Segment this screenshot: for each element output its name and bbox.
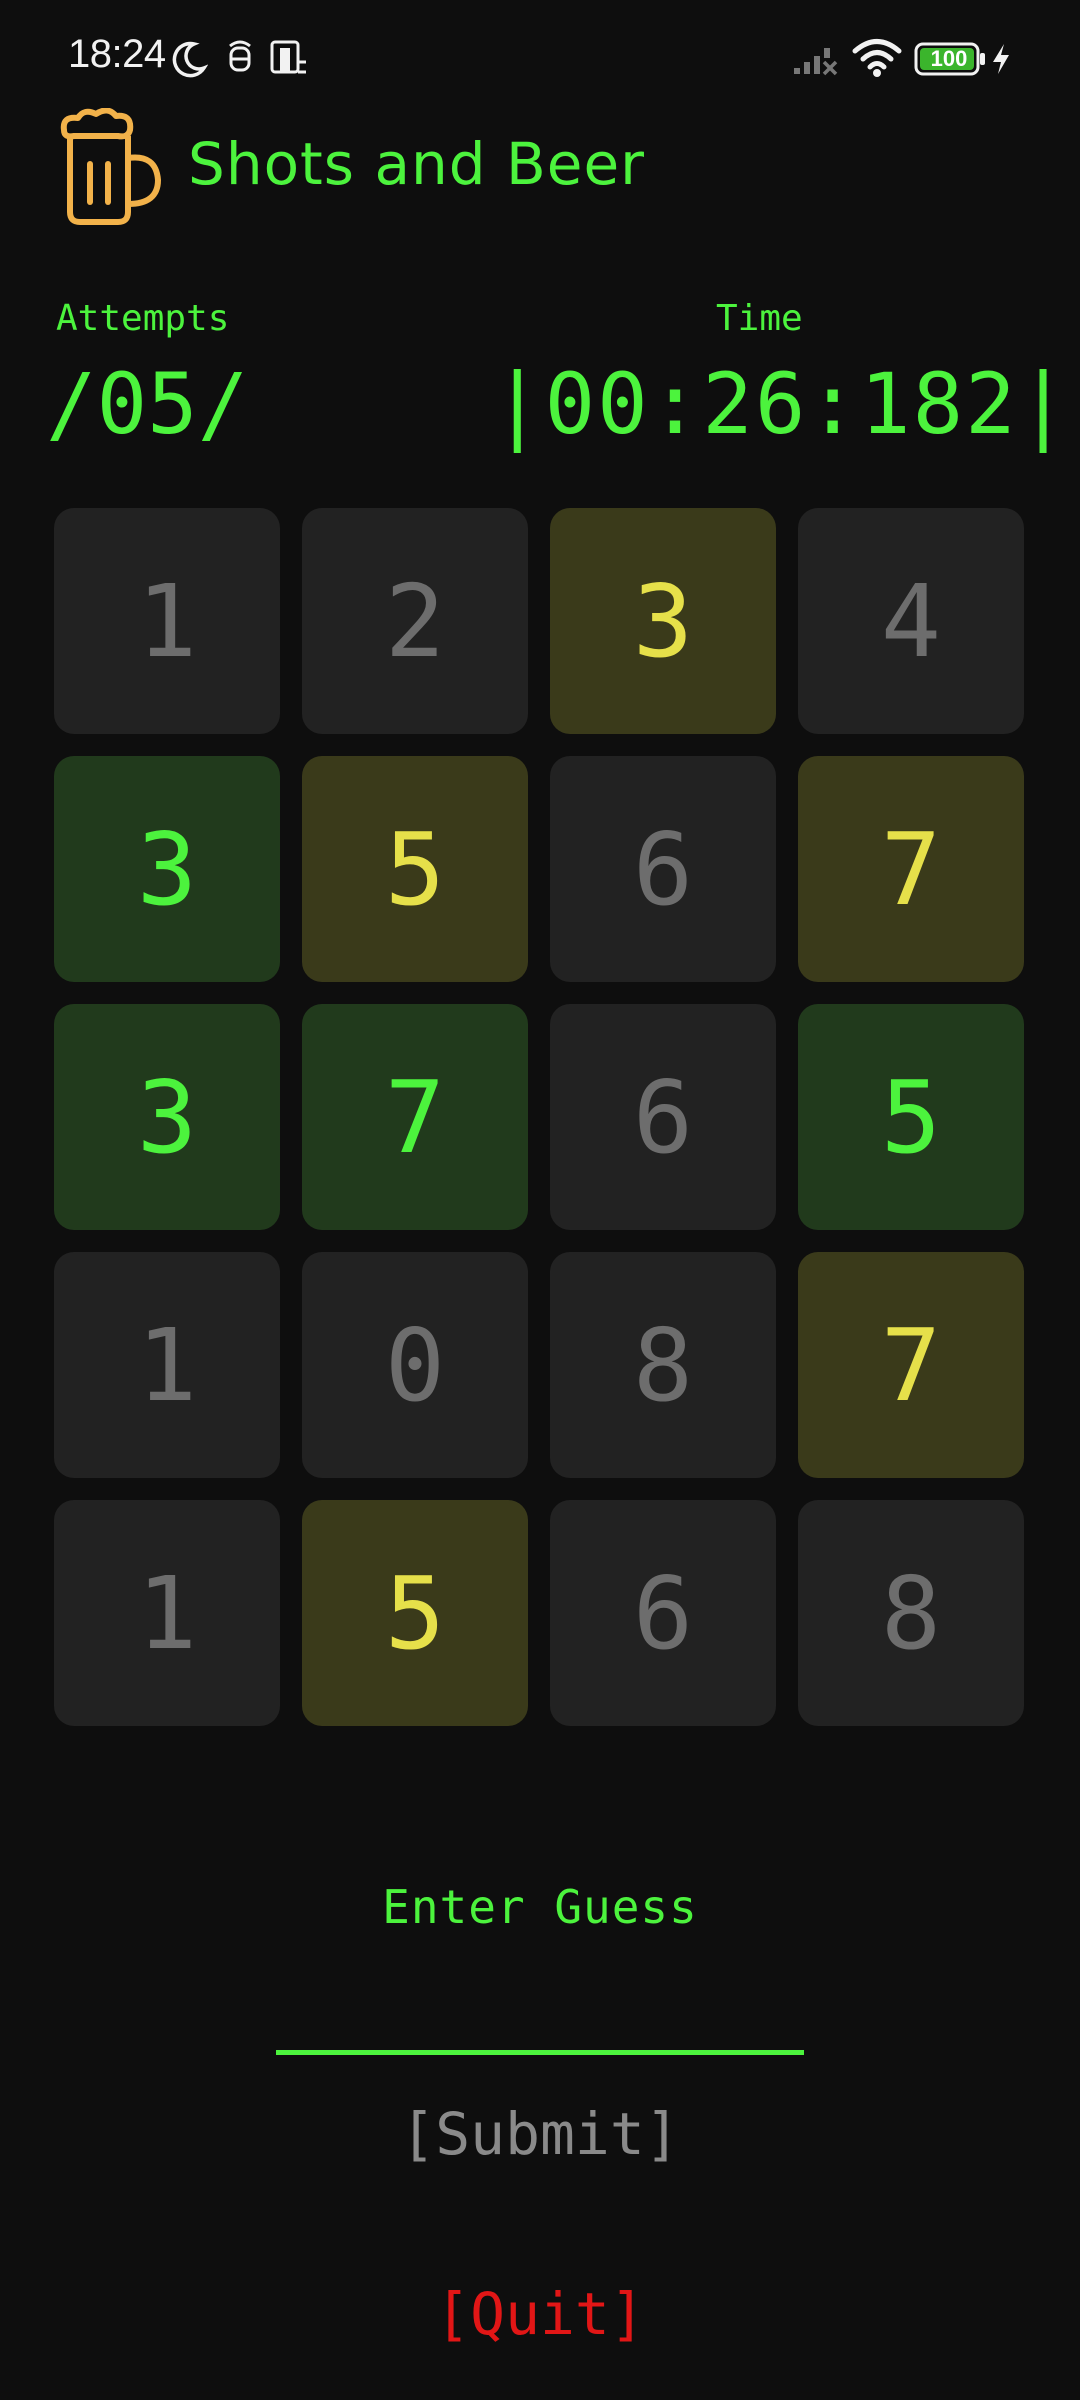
grid-cell: 7 <box>798 756 1024 982</box>
notification-icon <box>229 40 251 72</box>
submit-button[interactable]: [Submit] <box>0 2100 1080 2168</box>
charging-icon <box>993 44 1009 74</box>
app-title: Shots and Beer <box>188 130 646 198</box>
signal-icon <box>794 48 838 76</box>
status-bar: 18:24 100 <box>0 0 1080 120</box>
grid-cell: 1 <box>54 1500 280 1726</box>
wifi-icon <box>852 39 902 77</box>
beer-mug-icon <box>60 108 162 225</box>
grid-cell: 5 <box>302 1500 528 1726</box>
attempts-value: /05/ <box>46 355 249 453</box>
moon-icon <box>172 41 208 78</box>
phone-icon <box>270 40 306 74</box>
time-label: Time <box>716 298 803 339</box>
grid-cell: 6 <box>550 1004 776 1230</box>
grid-cell: 5 <box>302 756 528 982</box>
grid-cell: 7 <box>798 1252 1024 1478</box>
grid-cell: 3 <box>54 1004 280 1230</box>
status-time: 18:24 <box>68 32 166 76</box>
grid-cell: 4 <box>798 508 1024 734</box>
enter-guess-label: Enter Guess <box>382 1880 698 1934</box>
grid-cell: 8 <box>798 1500 1024 1726</box>
grid-cell: 6 <box>550 756 776 982</box>
grid-cell: 7 <box>302 1004 528 1230</box>
grid-cell: 3 <box>550 508 776 734</box>
grid-cell: 1 <box>54 1252 280 1478</box>
grid-cell: 8 <box>550 1252 776 1478</box>
guess-input[interactable] <box>276 1960 804 2055</box>
grid-cell: 6 <box>550 1500 776 1726</box>
grid-cell: 0 <box>302 1252 528 1478</box>
grid-cell: 5 <box>798 1004 1024 1230</box>
quit-button[interactable]: [Quit] <box>0 2280 1080 2348</box>
time-value: |00:26:182| <box>492 355 1071 453</box>
grid-cell: 2 <box>302 508 528 734</box>
grid-cell: 3 <box>54 756 280 982</box>
guess-grid: 12343567376510871568 <box>54 508 1026 1726</box>
grid-cell: 1 <box>54 508 280 734</box>
battery-level: 100 <box>930 46 968 71</box>
attempts-label: Attempts <box>56 298 230 339</box>
